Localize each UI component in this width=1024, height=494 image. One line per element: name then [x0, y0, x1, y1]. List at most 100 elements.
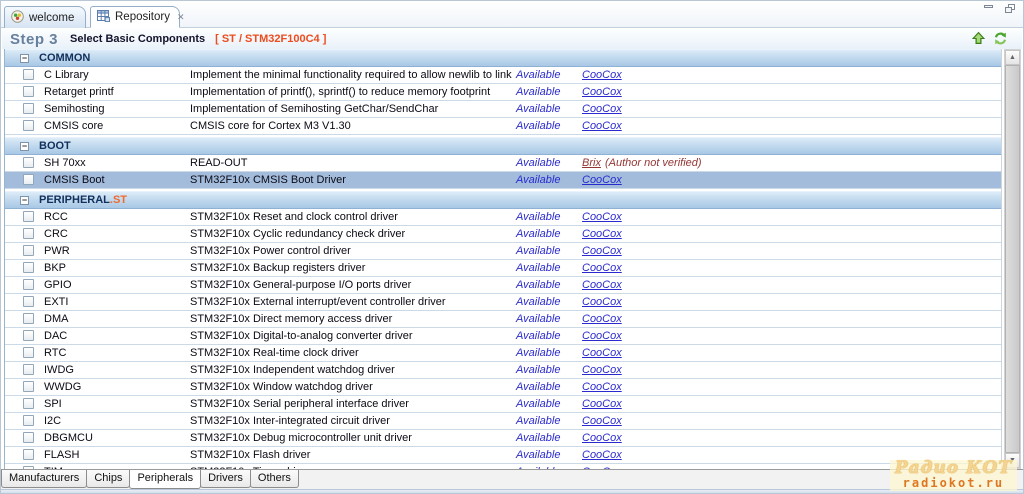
component-name: RCC: [44, 211, 68, 223]
component-name: C Library: [44, 69, 89, 81]
component-row-exti[interactable]: EXTISTM32F10x External interrupt/event c…: [5, 294, 1001, 311]
tab-chips[interactable]: Chips: [86, 470, 130, 488]
upload-component-icon[interactable]: [971, 31, 986, 46]
vendor-link[interactable]: CooCox: [582, 432, 622, 444]
component-checkbox[interactable]: [23, 279, 34, 290]
vendor-link[interactable]: CooCox: [582, 69, 622, 81]
component-row-rtc[interactable]: RTCSTM32F10x Real-time clock driverAvail…: [5, 345, 1001, 362]
component-checkbox[interactable]: [23, 330, 34, 341]
component-row-wwdg[interactable]: WWDGSTM32F10x Window watchdog driverAvai…: [5, 379, 1001, 396]
tab-close-icon[interactable]: ✕: [177, 12, 185, 23]
component-checkbox[interactable]: [23, 347, 34, 358]
section-header-boot[interactable]: −BOOT: [5, 137, 1001, 155]
component-checkbox[interactable]: [23, 211, 34, 222]
component-row-rcc[interactable]: RCCSTM32F10x Reset and clock control dri…: [5, 209, 1001, 226]
tab-manufacturers[interactable]: Manufacturers: [1, 470, 87, 488]
vendor-link[interactable]: CooCox: [582, 296, 622, 308]
component-status: Available: [516, 120, 560, 132]
component-row-crc[interactable]: CRCSTM32F10x Cyclic redundancy check dri…: [5, 226, 1001, 243]
component-description: STM32F10x Flash driver: [190, 449, 310, 461]
component-checkbox[interactable]: [23, 296, 34, 307]
component-row-cmsis-boot[interactable]: CMSIS BootSTM32F10x CMSIS Boot DriverAva…: [5, 172, 1001, 189]
vendor-link[interactable]: CooCox: [582, 381, 622, 393]
vendor-link[interactable]: CooCox: [582, 279, 622, 291]
vendor-link[interactable]: CooCox: [582, 330, 622, 342]
component-row-flash[interactable]: FLASHSTM32F10x Flash driverAvailableCooC…: [5, 447, 1001, 464]
vendor-link[interactable]: CooCox: [582, 245, 622, 257]
component-row-semihosting[interactable]: SemihostingImplementation of Semihosting…: [5, 101, 1001, 118]
component-checkbox[interactable]: [23, 381, 34, 392]
refresh-repository-icon[interactable]: [993, 31, 1008, 46]
component-row-sh-70xx[interactable]: SH 70xxREAD-OUTAvailableBrix(Author not …: [5, 155, 1001, 172]
vendor-link[interactable]: CooCox: [582, 211, 622, 223]
component-row-dbgmcu[interactable]: DBGMCUSTM32F10x Debug microcontroller un…: [5, 430, 1001, 447]
vendor-link[interactable]: CooCox: [582, 103, 622, 115]
component-description: STM32F10x CMSIS Boot Driver: [190, 174, 346, 186]
component-row-gpio[interactable]: GPIOSTM32F10x General-purpose I/O ports …: [5, 277, 1001, 294]
scroll-down-button[interactable]: ▼: [1005, 453, 1020, 468]
vendor-link[interactable]: CooCox: [582, 174, 622, 186]
vendor-link[interactable]: CooCox: [582, 398, 622, 410]
component-description: Implement the minimal functionality requ…: [190, 69, 512, 81]
component-checkbox[interactable]: [23, 69, 34, 80]
component-checkbox[interactable]: [23, 103, 34, 114]
tab-others[interactable]: Others: [250, 470, 299, 488]
section-header-common[interactable]: −COMMON: [5, 49, 1001, 67]
component-row-c-library[interactable]: C Library Implement the minimal functiona…: [5, 67, 1001, 84]
vendor-link[interactable]: CooCox: [582, 347, 622, 359]
vendor-link[interactable]: CooCox: [582, 228, 622, 240]
step-title: Select Basic Components: [70, 33, 205, 45]
component-status: Available: [516, 228, 560, 240]
vendor-link[interactable]: Brix: [582, 157, 601, 169]
component-checkbox[interactable]: [23, 432, 34, 443]
vendor-link[interactable]: CooCox: [582, 120, 622, 132]
component-checkbox[interactable]: [23, 398, 34, 409]
component-row-spi[interactable]: SPISTM32F10x Serial peripheral interface…: [5, 396, 1001, 413]
scroll-up-button[interactable]: ▲: [1005, 50, 1020, 65]
component-vendor-cell: CooCox: [582, 279, 622, 291]
component-row-pwr[interactable]: PWRSTM32F10x Power control driverAvailab…: [5, 243, 1001, 260]
component-status: Available: [516, 347, 560, 359]
component-row-cmsis-core[interactable]: CMSIS coreCMSIS core for Cortex M3 V1.30…: [5, 118, 1001, 135]
component-checkbox[interactable]: [23, 313, 34, 324]
collapse-icon[interactable]: −: [20, 196, 29, 205]
component-row-bkp[interactable]: BKPSTM32F10x Backup registers driverAvai…: [5, 260, 1001, 277]
component-table: −COMMON C Library Implement the minimal fu…: [4, 49, 1002, 469]
component-row-dac[interactable]: DACSTM32F10x Digital-to-analog converter…: [5, 328, 1001, 345]
component-checkbox[interactable]: [23, 245, 34, 256]
tab-peripherals[interactable]: Peripherals: [129, 470, 201, 489]
component-checkbox[interactable]: [23, 120, 34, 131]
component-checkbox[interactable]: [23, 364, 34, 375]
vendor-link[interactable]: CooCox: [582, 415, 622, 427]
component-checkbox[interactable]: [23, 262, 34, 273]
component-checkbox[interactable]: [23, 174, 34, 185]
scroll-thumb[interactable]: [1005, 65, 1020, 453]
component-checkbox[interactable]: [23, 157, 34, 168]
component-row-i2c[interactable]: I2CSTM32F10x Inter-integrated circuit dr…: [5, 413, 1001, 430]
component-name: CMSIS core: [44, 120, 103, 132]
vendor-link[interactable]: CooCox: [582, 262, 622, 274]
component-checkbox[interactable]: [23, 228, 34, 239]
tab-drivers[interactable]: Drivers: [200, 470, 251, 488]
tab-repository[interactable]: Repository ✕: [90, 6, 180, 28]
component-description: STM32F10x Debug microcontroller unit dri…: [190, 432, 412, 444]
collapse-icon[interactable]: −: [20, 54, 29, 63]
vendor-link[interactable]: CooCox: [582, 86, 622, 98]
component-checkbox[interactable]: [23, 415, 34, 426]
step-number: Step 3: [10, 31, 58, 48]
component-row-iwdg[interactable]: IWDGSTM32F10x Independent watchdog drive…: [5, 362, 1001, 379]
tab-welcome[interactable]: welcome: [4, 6, 86, 28]
minimize-view-button[interactable]: [983, 4, 996, 14]
component-name: EXTI: [44, 296, 68, 308]
component-row-dma[interactable]: DMASTM32F10x Direct memory access driver…: [5, 311, 1001, 328]
vendor-link[interactable]: CooCox: [582, 449, 622, 461]
vendor-link[interactable]: CooCox: [582, 364, 622, 376]
section-header-peripheral[interactable]: −PERIPHERAL.ST: [5, 191, 1001, 209]
component-checkbox[interactable]: [23, 86, 34, 97]
restore-view-button[interactable]: [1004, 4, 1017, 14]
vendor-link[interactable]: CooCox: [582, 313, 622, 325]
component-row-retarget-printf[interactable]: Retarget printfImplementation of printf(…: [5, 84, 1001, 101]
component-checkbox[interactable]: [23, 449, 34, 460]
vertical-scrollbar[interactable]: ▲ ▼: [1004, 49, 1021, 469]
collapse-icon[interactable]: −: [20, 142, 29, 151]
